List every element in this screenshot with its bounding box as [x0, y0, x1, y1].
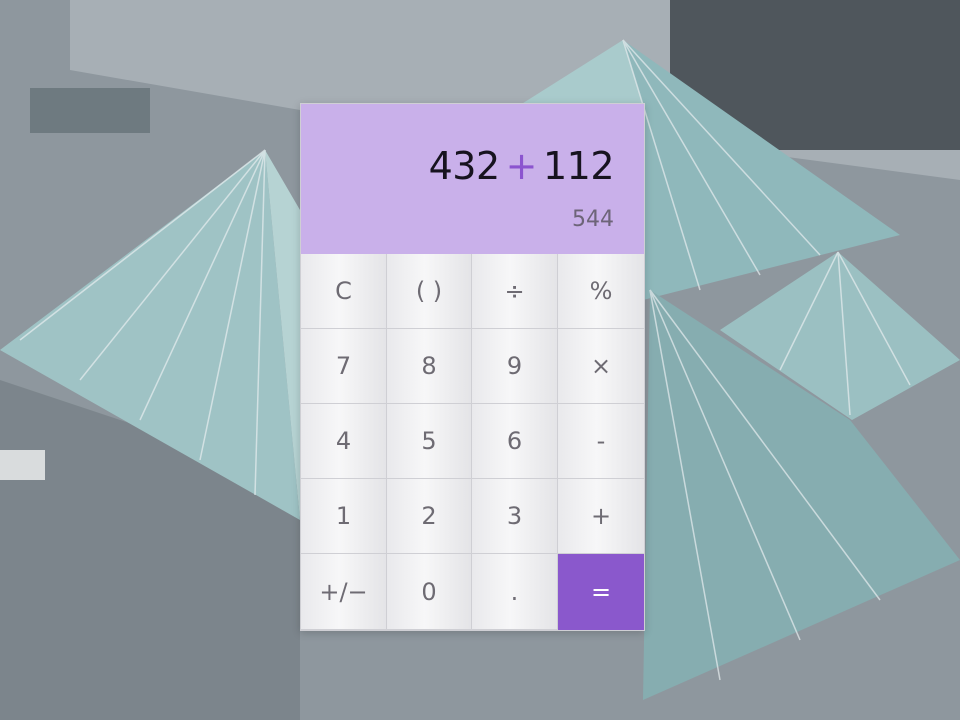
calculator-window: 432 +112 544 C ( ) ÷ % 7 8 9 × 4 5 6 - 1 …: [300, 103, 645, 631]
result-preview: 544: [572, 207, 614, 232]
divide-key[interactable]: ÷: [472, 254, 558, 329]
right-operand: 112: [542, 144, 615, 188]
parentheses-key[interactable]: ( ): [387, 254, 472, 329]
add-key[interactable]: +: [558, 479, 644, 554]
digit-2-key[interactable]: 2: [387, 479, 472, 554]
digit-1-key[interactable]: 1: [301, 479, 387, 554]
operator-symbol: +: [505, 144, 538, 188]
subtract-key[interactable]: -: [558, 404, 644, 479]
sign-toggle-key[interactable]: +∕−: [301, 554, 387, 630]
multiply-key[interactable]: ×: [558, 329, 644, 404]
digit-5-key[interactable]: 5: [387, 404, 472, 479]
digit-9-key[interactable]: 9: [472, 329, 558, 404]
percent-key[interactable]: %: [558, 254, 644, 329]
equals-key[interactable]: =: [558, 554, 644, 630]
clear-key[interactable]: C: [301, 254, 387, 329]
expression-line: 432 +112: [428, 144, 615, 188]
digit-6-key[interactable]: 6: [472, 404, 558, 479]
digit-3-key[interactable]: 3: [472, 479, 558, 554]
digit-8-key[interactable]: 8: [387, 329, 472, 404]
keypad: C ( ) ÷ % 7 8 9 × 4 5 6 - 1 2 3 + +∕− 0 …: [301, 254, 644, 630]
decimal-key[interactable]: .: [472, 554, 558, 630]
left-operand: 432: [428, 144, 501, 188]
digit-0-key[interactable]: 0: [387, 554, 472, 630]
digit-4-key[interactable]: 4: [301, 404, 387, 479]
digit-7-key[interactable]: 7: [301, 329, 387, 404]
calculator-display: 432 +112 544: [301, 104, 644, 254]
